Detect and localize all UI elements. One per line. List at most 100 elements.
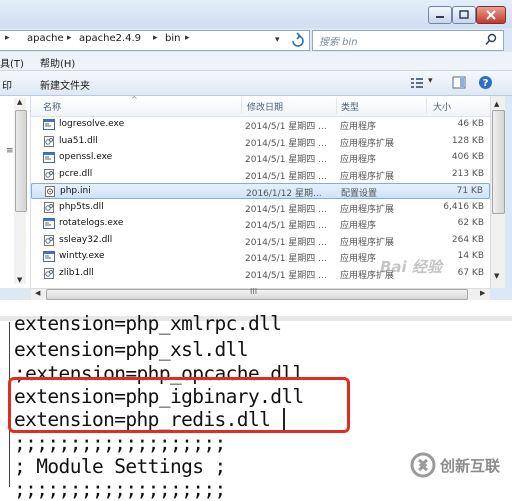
column-divider[interactable] bbox=[336, 98, 337, 114]
code-line[interactable]: ; Module Settings ; bbox=[14, 455, 226, 478]
file-size: 213 KB bbox=[451, 168, 484, 179]
minimize-button[interactable] bbox=[428, 6, 452, 24]
scroll-down-arrow-icon[interactable]: ▼ bbox=[17, 276, 22, 284]
file-date: 2014/5/1 星期四 ... bbox=[245, 254, 327, 264]
scroll-left-arrow-icon[interactable]: ◀ bbox=[35, 289, 40, 297]
scroll-down-arrow-icon[interactable]: ▼ bbox=[494, 272, 499, 280]
highlight-box bbox=[8, 377, 350, 433]
code-line[interactable]: extension=php_xsl.dll bbox=[14, 338, 249, 361]
close-icon bbox=[486, 10, 496, 20]
file-row[interactable]: rotatelogs.exe 2014/5/1 星期四 ... 应用程序 62 KB bbox=[31, 216, 490, 232]
file-name: logresolve.exe bbox=[59, 119, 125, 129]
menu-tools[interactable]: 具(T) bbox=[0, 55, 24, 70]
file-size: 406 KB bbox=[451, 152, 484, 162]
preview-pane-icon[interactable] bbox=[452, 76, 466, 89]
explorer-window: ▸ apache ▸ apache2.4.9 ▸ bin ▸ ▾ 搜索 bin … bbox=[0, 0, 512, 300]
close-button[interactable] bbox=[476, 6, 506, 24]
application-icon bbox=[43, 152, 55, 163]
file-date: 2014/5/1 星期四 ... bbox=[245, 270, 327, 281]
column-size[interactable]: 大小 bbox=[433, 100, 451, 113]
column-header: ^ 名称 修改日期 类型 大小 bbox=[31, 96, 490, 117]
code-line[interactable]: extension=php_xmlrpc.dll bbox=[14, 312, 282, 335]
scroll-up-arrow-icon[interactable]: ▲ bbox=[17, 98, 22, 106]
dll-file-icon bbox=[44, 234, 54, 246]
breadcrumb-separator: ▸ bbox=[153, 33, 158, 43]
menu-help[interactable]: 帮助(H) bbox=[40, 55, 75, 70]
navigation-scroll-thumb[interactable] bbox=[15, 110, 27, 212]
maximize-icon bbox=[459, 10, 469, 19]
breadcrumb-separator: ▸ bbox=[67, 33, 72, 43]
file-date: 2014/5/1 星期四 ... bbox=[245, 171, 327, 182]
file-name: lua51.dll bbox=[59, 135, 98, 146]
title-bar bbox=[0, 0, 512, 28]
file-size: 67 KB bbox=[457, 267, 484, 278]
breadcrumb-separator: ▸ bbox=[185, 33, 190, 43]
command-toolbar: 印 新建文件夹 ▾ ? bbox=[0, 71, 512, 96]
file-row[interactable]: logresolve.exe 2014/5/1 星期四 ... 应用程序 46 KB bbox=[31, 117, 490, 133]
scroll-grip-label: III bbox=[250, 287, 258, 296]
sort-ascending-icon: ^ bbox=[131, 96, 138, 104]
dll-file-icon bbox=[44, 267, 54, 279]
vertical-scroll-thumb[interactable] bbox=[492, 110, 505, 214]
maximize-button[interactable] bbox=[452, 6, 476, 24]
search-placeholder: 搜索 bin bbox=[319, 37, 358, 48]
application-icon bbox=[43, 119, 55, 130]
scroll-up-arrow-icon[interactable]: ▲ bbox=[494, 100, 499, 108]
column-divider[interactable] bbox=[426, 98, 427, 114]
file-type: 应用程序 bbox=[340, 221, 377, 231]
file-type: 应用程序扩展 bbox=[340, 237, 395, 248]
application-icon bbox=[43, 251, 55, 262]
file-type: 应用程序 bbox=[340, 122, 377, 132]
file-size: 46 KB bbox=[457, 119, 484, 129]
file-row[interactable]: pcre.dll 2014/5/1 星期四 ... 应用程序扩展 213 KB bbox=[31, 167, 490, 183]
view-options-icon[interactable] bbox=[410, 77, 424, 89]
column-date[interactable]: 修改日期 bbox=[247, 100, 283, 113]
breadcrumb-bin[interactable]: bin bbox=[165, 33, 180, 44]
file-size: 14 KB bbox=[457, 251, 484, 261]
file-row[interactable]: php5ts.dll 2014/5/1 星期四 ... 应用程序扩展 6,416 KB bbox=[31, 200, 490, 216]
file-name: ssleay32.dll bbox=[59, 234, 113, 245]
file-name: pcre.dll bbox=[59, 168, 93, 179]
menu-bar: 具(T) 帮助(H) bbox=[0, 52, 512, 71]
file-row[interactable]: php.ini 2016/1/12 星期... 配置设置 71 KB bbox=[31, 183, 490, 199]
new-folder-button[interactable]: 新建文件夹 bbox=[40, 77, 90, 92]
search-icon[interactable] bbox=[485, 33, 497, 46]
column-type[interactable]: 类型 bbox=[341, 100, 359, 113]
view-dropdown-icon[interactable]: ▾ bbox=[428, 76, 433, 86]
file-name: rotatelogs.exe bbox=[59, 218, 124, 228]
help-icon[interactable]: ? bbox=[478, 75, 493, 90]
file-row[interactable]: lua51.dll 2014/5/1 星期四 ... 应用程序扩展 128 KB bbox=[31, 134, 490, 150]
address-row: ▸ apache ▸ apache2.4.9 ▸ bin ▸ ▾ 搜索 bin bbox=[0, 28, 512, 52]
file-date: 2014/5/1 星期四 ... bbox=[245, 138, 327, 149]
address-dropdown-icon[interactable]: ▾ bbox=[275, 35, 280, 45]
dll-file-icon bbox=[44, 168, 54, 180]
address-bar[interactable]: ▸ apache ▸ apache2.4.9 ▸ bin ▸ ▾ bbox=[0, 30, 310, 51]
file-size: 6,416 KB bbox=[443, 201, 484, 212]
breadcrumb-apache249[interactable]: apache2.4.9 bbox=[79, 33, 141, 44]
refresh-icon[interactable] bbox=[289, 32, 307, 49]
file-type: 应用程序扩展 bbox=[340, 138, 395, 149]
brand-logo-icon bbox=[410, 452, 436, 478]
file-name: wintty.exe bbox=[59, 251, 105, 261]
file-type: 配置设置 bbox=[341, 189, 378, 199]
minimize-icon bbox=[436, 16, 444, 18]
search-input[interactable]: 搜索 bin bbox=[312, 30, 504, 51]
breadcrumb-apache[interactable]: apache bbox=[27, 33, 64, 44]
code-line[interactable]: ;;;;;;;;;;;;;;;;;;; bbox=[14, 432, 226, 455]
grip-icon: ≡ bbox=[6, 146, 14, 156]
code-line[interactable]: ;;;;;;;;;;;;;;;;;;; bbox=[14, 478, 226, 501]
scroll-right-arrow-icon[interactable]: ▶ bbox=[480, 289, 485, 297]
brand-name: 创新互联 bbox=[440, 457, 501, 475]
column-name[interactable]: 名称 bbox=[43, 100, 61, 113]
file-date: 2014/5/1 星期四 ... bbox=[245, 221, 327, 231]
file-date: 2014/5/1 星期四 ... bbox=[245, 122, 327, 132]
svg-text:?: ? bbox=[483, 78, 489, 89]
file-date: 2014/5/1 星期四 ... bbox=[245, 204, 327, 215]
file-name: zlib1.dll bbox=[59, 267, 94, 278]
column-divider[interactable] bbox=[241, 98, 242, 114]
file-row[interactable]: openssl.exe 2014/5/1 星期四 ... 应用程序 406 KB bbox=[31, 150, 490, 166]
file-type: 应用程序 bbox=[340, 254, 377, 264]
toolbar-print[interactable]: 印 bbox=[2, 77, 12, 92]
file-row[interactable]: ssleay32.dll 2014/5/1 星期四 ... 应用程序扩展 264 KB bbox=[31, 233, 490, 249]
file-date: 2014/5/1 星期四 ... bbox=[245, 155, 327, 165]
